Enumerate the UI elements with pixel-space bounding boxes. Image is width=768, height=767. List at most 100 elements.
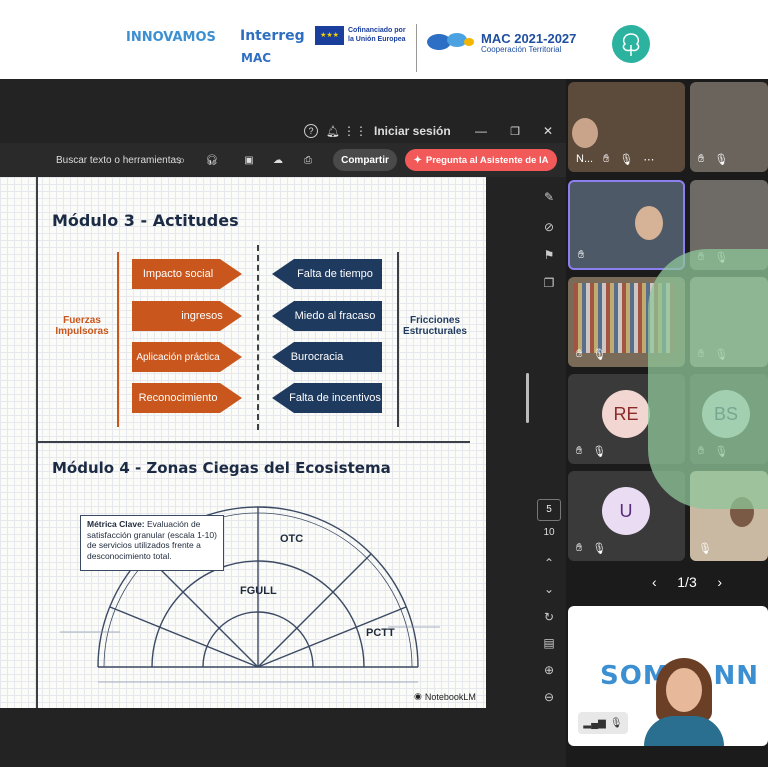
friction-label: Falta de tiempo [297, 268, 373, 280]
page-total: 10 [543, 527, 555, 538]
force-arrow-2: ingresos [132, 301, 242, 331]
zoom-in-icon[interactable]: ⊕ [541, 662, 557, 678]
hand-icon: ✋︎ [576, 348, 583, 360]
left-force-label: Fuerzas Impulsoras [55, 315, 109, 337]
page-down-icon[interactable]: ⌄ [541, 581, 557, 597]
headphones-icon[interactable]: 🎧︎ [205, 152, 219, 168]
right-friction-label: Fricciones Estructurales [403, 315, 467, 337]
avatar: RE [602, 390, 650, 438]
key-metric-box: Métrica Clave: Evaluación de satisfacció… [80, 515, 224, 571]
mic-off-icon: 🎙︎ [592, 543, 607, 555]
copy-icon[interactable]: ❐ [541, 275, 557, 291]
help-icon[interactable]: ? [304, 124, 318, 138]
force-arrow-1: Impacto social [132, 259, 242, 289]
participant-tile-active-speaker[interactable]: ✋︎ [568, 180, 685, 270]
mac-logo-icon [425, 30, 475, 52]
friction-arrow-4: Falta de incentivos [272, 383, 382, 413]
interreg-sub: MAC [241, 51, 272, 65]
mac-title: MAC 2021-2027 [481, 31, 577, 46]
upload-cloud-icon[interactable]: ☁ [271, 152, 285, 168]
presenter-person [634, 658, 734, 746]
participant-face [572, 118, 598, 148]
tile-controls: ✋︎ 🎙︎ [576, 348, 606, 361]
presenter-body [644, 716, 724, 746]
tile-controls: 🎙︎ [698, 542, 712, 555]
link-icon[interactable]: ⊘ [541, 219, 557, 235]
page-number-box[interactable]: 5 [537, 499, 561, 521]
slide-page: Módulo 3 - Actitudes Fuerzas Impulsoras … [0, 177, 486, 708]
participant-tile[interactable]: ✋︎ 🎙︎ [690, 82, 768, 172]
page-up-icon[interactable]: ⌃ [541, 555, 557, 571]
left-bracket [117, 252, 119, 427]
notebooklm-text: NotebookLM [424, 691, 476, 702]
slide-section-divider [36, 441, 470, 443]
mic-off-icon: 🎙︎ [609, 717, 623, 729]
force-arrow-3: Aplicación práctica [132, 342, 242, 372]
hand-icon: ✋︎ [578, 249, 585, 261]
friction-label: Falta de incentivos [289, 392, 381, 404]
document-icon[interactable]: ▤ [541, 635, 557, 651]
friction-label: Miedo al fracaso [294, 310, 376, 322]
mic-off-icon: 🎙︎ [592, 349, 607, 361]
print-icon[interactable]: ⎙ [301, 152, 315, 168]
prev-page-icon[interactable]: ‹ [652, 574, 657, 590]
pdf-toolbar: Buscar texto o herramientas ⌕ 🎧︎ ▣ ☁ ⎙ C… [0, 143, 566, 177]
eu-flag-icon: ★★★ [315, 26, 344, 45]
mic-off-icon: 🎙︎ [592, 446, 607, 458]
mic-off-icon: 🎙︎ [714, 154, 729, 166]
audio-level-badge: ▂▄▆ 🎙︎ [578, 712, 628, 734]
participant-tile[interactable]: N... ✋︎ 🎙︎ ⋯ [568, 82, 685, 172]
module3-title: Módulo 3 - Actitudes [52, 211, 239, 230]
hand-icon: ✋︎ [603, 153, 610, 165]
notebooklm-logo-icon: ◉ [414, 691, 422, 701]
search-icon[interactable]: ⌕ [175, 152, 189, 168]
force-arrow-4: Reconocimiento [132, 383, 242, 413]
mac-subtitle: Cooperación Territorial [481, 45, 562, 54]
gallery-pager: ‹ 1/3 › [652, 574, 722, 590]
right-tool-rail: ✎ ⊘ ⚑ ❐ 5 10 ⌃ ⌄ ↻ ▤ ⊕ ⊖ [533, 177, 566, 767]
event-banner: INNOVAMOS Interreg MAC ★★★ Cofinanciado … [0, 0, 768, 79]
window-titlebar: ? 🔔︎ ⋮⋮ Iniciar sesión — ❐ ✕ [0, 119, 566, 143]
force-label: Aplicación práctica [136, 351, 220, 363]
label-otc: OTC [280, 533, 304, 545]
next-page-icon[interactable]: › [717, 574, 722, 590]
hand-icon: ✋︎ [576, 445, 583, 457]
ai-sparkle-icon: ✦ [413, 154, 422, 166]
tile-controls: ✋︎ 🎙︎ [576, 542, 606, 555]
bookmark-icon[interactable]: ⚑ [541, 247, 557, 263]
friction-label: Burocracia [290, 351, 344, 363]
ai-assistant-button[interactable]: ✦ Pregunta al Asistente de IA [405, 149, 557, 171]
tile-controls: ✋︎ 🎙︎ [576, 445, 606, 458]
minimize-button[interactable]: — [474, 123, 488, 139]
more-options-icon[interactable]: ⋯ [643, 153, 654, 166]
signin-button[interactable]: Iniciar sesión [374, 123, 451, 139]
friction-arrow-1: Falta de tiempo [272, 259, 382, 289]
save-icon[interactable]: ▣ [242, 152, 256, 168]
comment-icon[interactable]: ✎ [541, 189, 557, 205]
label-fgull: FGULL [240, 585, 277, 597]
cofinanciado-text: Cofinanciado por la Unión Europea [348, 27, 406, 43]
rotate-icon[interactable]: ↻ [541, 609, 557, 625]
search-tools-field[interactable]: Buscar texto o herramientas [56, 152, 181, 168]
force-label: ingresos [181, 310, 223, 322]
share-button[interactable]: Compartir [333, 149, 397, 171]
bell-icon[interactable]: 🔔︎ [326, 123, 340, 139]
close-button[interactable]: ✕ [541, 123, 555, 139]
friction-arrow-2: Miedo al fracaso [272, 301, 382, 331]
presenter-tile[interactable]: SOM ◎ NN ▂▄▆ 🎙︎ [568, 606, 768, 746]
avatar: U [602, 487, 650, 535]
key-metric-label: Métrica Clave: [87, 519, 145, 529]
force-label: Impacto social [142, 268, 214, 280]
innovamos-logo: INNOVAMOS [126, 30, 216, 45]
right-bracket [397, 252, 399, 427]
vertical-scrollbar-thumb[interactable] [526, 373, 529, 423]
apps-grid-icon[interactable]: ⋮⋮ [343, 123, 367, 139]
module4-title: Módulo 4 - Zonas Ciegas del Ecosistema [52, 459, 391, 477]
tile-controls: N... ✋︎ 🎙︎ ⋯ [576, 153, 654, 166]
restore-button[interactable]: ❐ [508, 123, 522, 139]
zoom-out-icon[interactable]: ⊖ [541, 689, 557, 705]
notebooklm-watermark: ◉ NotebookLM [414, 691, 476, 702]
gallery-page-indicator: 1/3 [677, 574, 697, 590]
pdf-viewer-window: ? 🔔︎ ⋮⋮ Iniciar sesión — ❐ ✕ Buscar text… [0, 79, 566, 767]
friction-arrow-3: Burocracia [272, 342, 382, 372]
